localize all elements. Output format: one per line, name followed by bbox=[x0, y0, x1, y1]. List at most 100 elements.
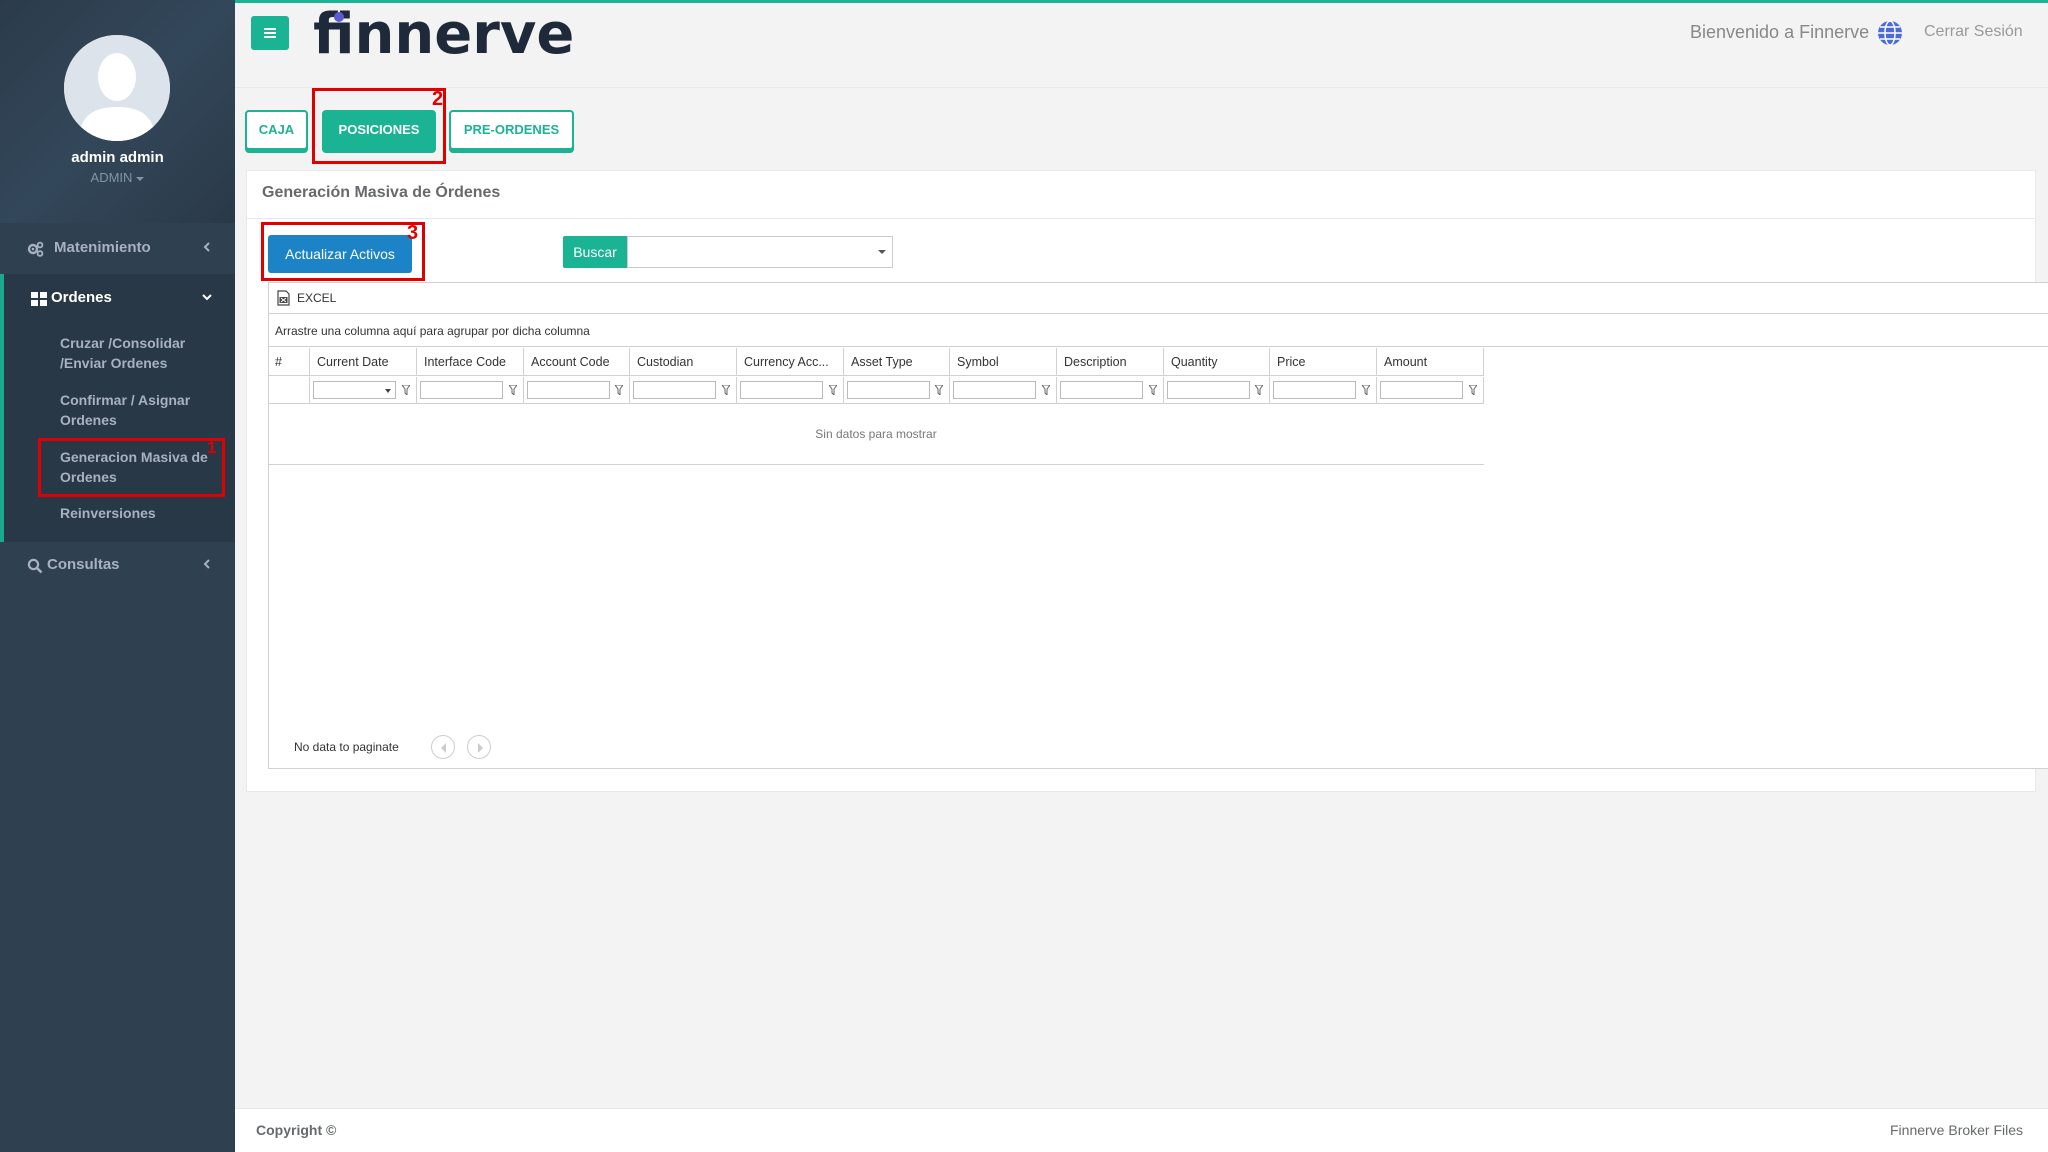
sidebar-subitem-confirmar[interactable]: Confirmar / Asignar Ordenes bbox=[60, 390, 225, 430]
column-header-account-code[interactable]: Account Code bbox=[524, 348, 630, 376]
filter-input[interactable] bbox=[633, 381, 716, 399]
filter-cell bbox=[1164, 377, 1270, 404]
sidebar-item-label: Consultas bbox=[47, 556, 120, 573]
filter-input[interactable] bbox=[1273, 381, 1356, 399]
sidebar-item-label: Ordenes bbox=[51, 289, 112, 306]
logo-dot bbox=[334, 12, 344, 22]
filter-icon[interactable] bbox=[1469, 385, 1477, 395]
caret-down-icon bbox=[878, 250, 886, 254]
column-header-interface-code[interactable]: Interface Code bbox=[417, 348, 524, 376]
column-header-price[interactable]: Price bbox=[1270, 348, 1377, 376]
globe-icon[interactable] bbox=[1877, 20, 1903, 46]
welcome-text: Bienvenido a Finnerve bbox=[1690, 22, 1870, 42]
filter-icon[interactable] bbox=[1042, 385, 1050, 395]
filter-icon[interactable] bbox=[1255, 385, 1263, 395]
column-header-custodian[interactable]: Custodian bbox=[630, 348, 737, 376]
column-header-asset-type[interactable]: Asset Type bbox=[844, 348, 950, 376]
chevron-left-icon bbox=[203, 242, 210, 252]
chevron-left-icon bbox=[441, 743, 446, 753]
chevron-left-icon bbox=[203, 559, 210, 569]
filter-cell bbox=[844, 377, 950, 404]
profile-panel: admin admin ADMIN bbox=[0, 0, 235, 223]
filter-input[interactable] bbox=[1060, 381, 1143, 399]
filter-input[interactable] bbox=[1380, 381, 1463, 399]
logout-link[interactable]: Cerrar Sesión bbox=[1924, 23, 2023, 41]
filter-cell bbox=[417, 377, 524, 404]
avatar[interactable] bbox=[64, 35, 170, 141]
column-header-quantity[interactable]: Quantity bbox=[1164, 348, 1270, 376]
annotation-box-3 bbox=[261, 222, 425, 281]
annotation-box-2 bbox=[312, 88, 446, 164]
filter-cell bbox=[950, 377, 1057, 404]
profile-role-dropdown[interactable]: ADMIN bbox=[0, 170, 235, 185]
sidebar-item-ordenes[interactable]: Ordenes bbox=[0, 275, 235, 323]
column-header-currency-account[interactable]: Currency Acc... bbox=[737, 348, 844, 376]
column-header-description[interactable]: Description bbox=[1057, 348, 1164, 376]
filter-icon[interactable] bbox=[935, 385, 943, 395]
grid-toolbar bbox=[268, 283, 2048, 314]
menu-toggle-button[interactable] bbox=[251, 16, 289, 50]
search-icon bbox=[27, 558, 43, 574]
column-header-symbol[interactable]: Symbol bbox=[950, 348, 1057, 376]
search-label: Buscar bbox=[563, 236, 627, 268]
filter-icon[interactable] bbox=[1149, 385, 1157, 395]
tab-caja[interactable]: CAJA bbox=[245, 110, 308, 150]
footer-brand: Finnerve Broker Files bbox=[1890, 1122, 2024, 1138]
caret-down-icon bbox=[385, 389, 391, 393]
filter-icon[interactable] bbox=[509, 385, 517, 395]
user-silhouette-icon bbox=[64, 35, 170, 141]
filter-cell bbox=[524, 377, 630, 404]
pager-info: No data to paginate bbox=[294, 740, 399, 754]
caret-down-icon bbox=[136, 176, 145, 181]
column-header-index[interactable]: # bbox=[268, 348, 310, 376]
sidebar-item-matenimiento[interactable]: Matenimiento bbox=[0, 225, 235, 273]
annotation-number-3: 3 bbox=[407, 222, 419, 244]
annotation-box-1 bbox=[38, 438, 225, 497]
filter-cell bbox=[310, 377, 417, 404]
filter-input[interactable] bbox=[1167, 381, 1250, 399]
filter-input[interactable] bbox=[953, 381, 1036, 399]
annotation-number-1: 1 bbox=[207, 438, 217, 457]
excel-export-icon[interactable] bbox=[276, 290, 291, 306]
sidebar-item-consultas[interactable]: Consultas bbox=[0, 542, 235, 590]
panel-divider bbox=[246, 218, 2036, 219]
grid-icon bbox=[31, 292, 47, 306]
filter-input[interactable] bbox=[527, 381, 610, 399]
annotation-number-2: 2 bbox=[432, 88, 444, 110]
profile-name: admin admin bbox=[71, 149, 164, 166]
filter-input[interactable] bbox=[847, 381, 930, 399]
footer bbox=[235, 1108, 2048, 1152]
filter-cell bbox=[1057, 377, 1164, 404]
cogs-icon bbox=[27, 241, 44, 257]
footer-copyright: Copyright © bbox=[256, 1122, 337, 1138]
filter-input[interactable] bbox=[420, 381, 503, 399]
filter-date-dropdown[interactable] bbox=[313, 381, 396, 399]
panel-title: Generación Masiva de Órdenes bbox=[262, 184, 501, 201]
sidebar-subitem-cruzar[interactable]: Cruzar /Consolidar /Enviar Ordenes bbox=[60, 333, 225, 373]
sidebar-item-label: Matenimiento bbox=[54, 239, 151, 256]
filter-icon[interactable] bbox=[615, 385, 623, 395]
search-select[interactable] bbox=[627, 236, 893, 268]
filter-icon[interactable] bbox=[722, 385, 730, 395]
filter-cell bbox=[630, 377, 737, 404]
pager-next-button[interactable] bbox=[467, 735, 491, 759]
sidebar-subitem-reinversiones[interactable]: Reinversiones bbox=[60, 503, 225, 523]
filter-cell-index bbox=[268, 377, 310, 404]
pager-prev-button[interactable] bbox=[431, 735, 455, 759]
grid-empty-message: Sin datos para mostrar bbox=[268, 404, 1484, 465]
filter-cell bbox=[1377, 377, 1484, 404]
filter-icon[interactable] bbox=[1362, 385, 1370, 395]
app-logo: finnerve bbox=[313, 2, 575, 67]
filter-input[interactable] bbox=[740, 381, 823, 399]
column-header-amount[interactable]: Amount bbox=[1377, 348, 1484, 376]
tab-pre-ordenes[interactable]: PRE-ORDENES bbox=[449, 110, 574, 150]
filter-icon[interactable] bbox=[829, 385, 837, 395]
chevron-down-icon bbox=[202, 294, 212, 301]
filter-icon[interactable] bbox=[402, 385, 410, 395]
chevron-right-icon bbox=[478, 743, 483, 753]
hamburger-icon bbox=[264, 28, 276, 30]
column-header-current-date[interactable]: Current Date bbox=[310, 348, 417, 376]
profile-role-label: ADMIN bbox=[90, 170, 133, 185]
excel-export-button[interactable]: EXCEL bbox=[297, 291, 336, 305]
filter-cell bbox=[1270, 377, 1377, 404]
